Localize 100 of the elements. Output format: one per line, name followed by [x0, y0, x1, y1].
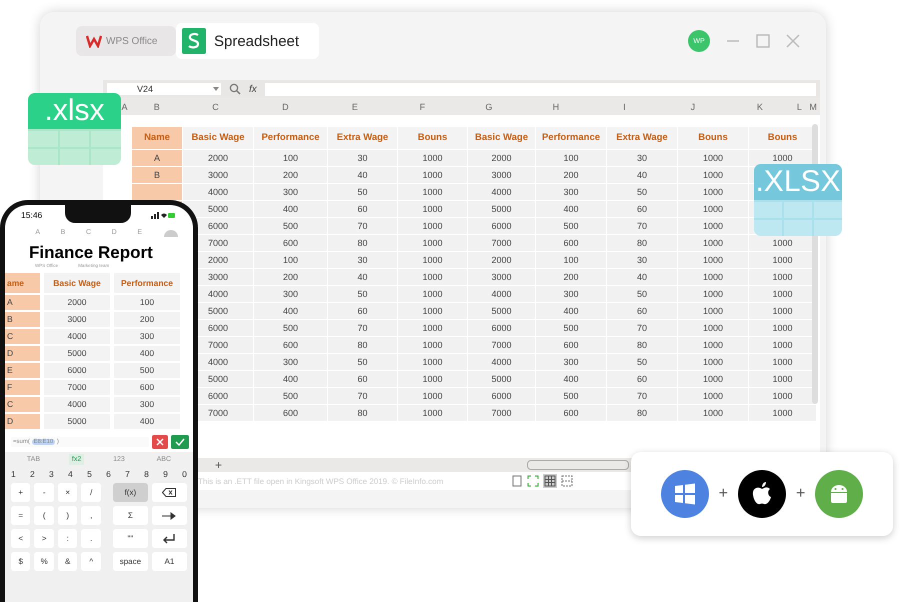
key[interactable]: > — [34, 529, 54, 548]
table-cell: 40 — [607, 167, 677, 183]
digit-key[interactable]: 0 — [182, 469, 187, 479]
digit-key[interactable]: 2 — [30, 469, 35, 479]
key[interactable]: . — [81, 529, 101, 548]
table-cell: 1000 — [398, 337, 467, 353]
table-cell: 50 — [607, 286, 677, 302]
table-cell: 80 — [607, 405, 677, 421]
table-cell: 600 — [254, 337, 327, 353]
column-header[interactable]: H — [522, 102, 590, 112]
table-cell: 600 — [536, 337, 606, 353]
table-cell: 600 — [536, 405, 606, 421]
digit-key[interactable]: 6 — [106, 469, 111, 479]
table-cell: 50 — [328, 184, 397, 200]
table-cell: C — [5, 329, 40, 344]
column-header[interactable]: F — [388, 102, 456, 112]
plus-sign: + — [718, 485, 728, 503]
table-cell: 50 — [607, 184, 677, 200]
table-cell: 2000 — [44, 295, 110, 310]
key[interactable]: A1 — [152, 552, 187, 571]
table-cell: 600 — [536, 235, 606, 251]
table-cell: 1000 — [678, 184, 748, 200]
clock: 15:46 — [21, 210, 42, 220]
key[interactable]: / — [81, 483, 101, 502]
key[interactable]: + — [11, 483, 30, 502]
column-header[interactable]: K — [727, 102, 793, 112]
key[interactable]: ( — [34, 506, 54, 525]
column-header[interactable]: D — [250, 102, 322, 112]
key[interactable]: ) — [58, 506, 78, 525]
add-sheet-button[interactable]: + — [215, 458, 222, 472]
table-cell: 2000 — [183, 150, 253, 166]
table-cell: 400 — [254, 371, 327, 387]
header-cell: Performance — [254, 127, 327, 149]
table-cell: 4000 — [468, 354, 535, 370]
table-cell: 1000 — [398, 269, 467, 285]
table-cell: 1000 — [398, 184, 467, 200]
column-header[interactable]: M — [806, 102, 820, 112]
table-cell: B — [5, 312, 40, 327]
digit-key[interactable]: 8 — [144, 469, 149, 479]
table-cell: 60 — [328, 371, 397, 387]
table-cell: 1000 — [678, 337, 748, 353]
table-cell: 6000 — [468, 388, 535, 404]
table-cell: 70 — [607, 388, 677, 404]
table-cell: 200 — [536, 167, 606, 183]
digit-key[interactable]: 4 — [68, 469, 73, 479]
key[interactable]: Σ — [112, 506, 148, 525]
table-cell: 300 — [254, 286, 327, 302]
table-cell: 100 — [536, 150, 606, 166]
table-cell: 100 — [114, 295, 180, 310]
key[interactable]: , — [81, 506, 101, 525]
table-cell: B — [132, 167, 182, 183]
key[interactable]: & — [58, 552, 78, 571]
digit-key[interactable]: 1 — [11, 469, 16, 479]
table-cell: 500 — [254, 388, 327, 404]
key[interactable]: ^ — [81, 552, 101, 571]
table-cell: 300 — [114, 329, 180, 344]
table-cell: 40 — [328, 269, 397, 285]
key[interactable]: space — [112, 552, 148, 571]
header-cell: Bouns — [678, 127, 748, 149]
document-tab[interactable]: Spreadsheet — [176, 23, 320, 59]
digit-key[interactable]: 7 — [125, 469, 130, 479]
function-label[interactable]: fx — [249, 84, 257, 94]
key[interactable]: < — [11, 529, 30, 548]
key[interactable]: "" — [112, 529, 148, 548]
table-cell: 500 — [254, 320, 327, 336]
digit-key[interactable]: 9 — [163, 469, 168, 479]
table-cell: 70 — [607, 218, 677, 234]
key[interactable]: $ — [11, 552, 30, 571]
table-cell: 1000 — [398, 388, 467, 404]
table-cell: 400 — [536, 371, 606, 387]
table-cell: 500 — [254, 218, 327, 234]
name-box[interactable]: V24 — [107, 83, 221, 95]
table-cell: 7000 — [468, 405, 535, 421]
key[interactable]: : — [58, 529, 78, 548]
table-cell: F — [5, 380, 40, 395]
column-header[interactable]: I — [590, 102, 659, 112]
table-cell: 400 — [114, 414, 180, 429]
key[interactable]: = — [11, 506, 30, 525]
table-cell: 500 — [536, 218, 606, 234]
digit-key[interactable]: 3 — [49, 469, 54, 479]
key[interactable]: f(x) — [112, 483, 148, 502]
column-header[interactable]: C — [181, 102, 250, 112]
digit-key[interactable]: 5 — [87, 469, 92, 479]
key[interactable]: % — [34, 552, 54, 571]
table-cell: 1000 — [749, 405, 816, 421]
table-cell: 60 — [328, 201, 397, 217]
column-header[interactable]: E — [321, 102, 389, 112]
table-cell: 80 — [607, 235, 677, 251]
table-cell: 3000 — [183, 167, 253, 183]
column-header[interactable]: B — [132, 102, 182, 112]
table-cell: 3000 — [468, 269, 535, 285]
column-header[interactable]: J — [658, 102, 728, 112]
key[interactable]: - — [34, 483, 54, 502]
key[interactable]: × — [58, 483, 78, 502]
column-header[interactable]: L — [792, 102, 806, 112]
file-badge: .XLSX — [754, 164, 842, 236]
column-header[interactable]: G — [456, 102, 522, 112]
header-cell: Extra Wage — [328, 127, 397, 149]
table-cell: 80 — [328, 235, 397, 251]
table-cell: 1000 — [398, 303, 467, 319]
